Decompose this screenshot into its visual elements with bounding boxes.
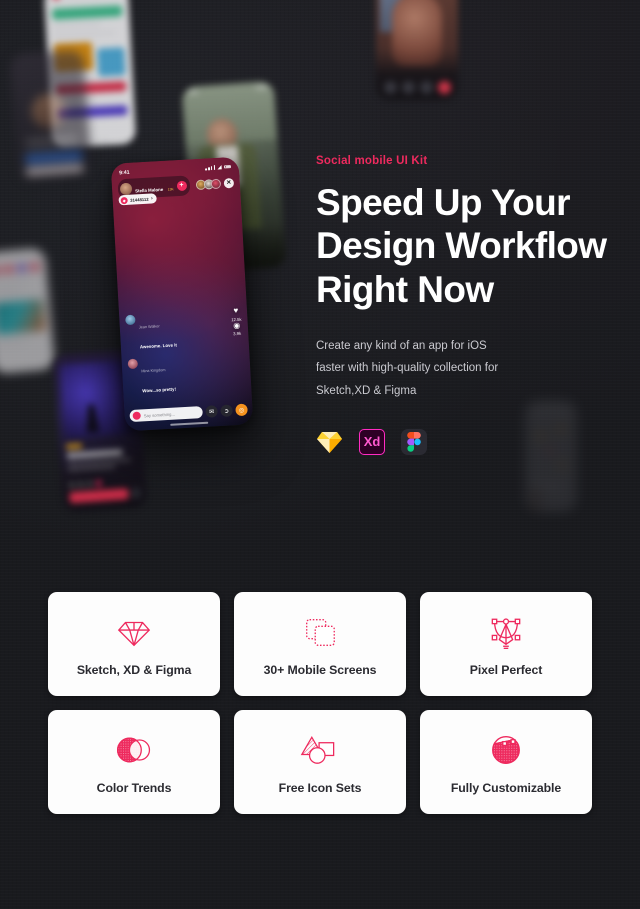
phone-mockup-video-call: [376, 0, 458, 100]
figma-logo[interactable]: [401, 428, 427, 455]
home-indicator: [170, 422, 209, 426]
share-button[interactable]: ➲: [220, 404, 233, 418]
shapes-icon: [300, 729, 340, 771]
views-count: 3.9k: [233, 330, 242, 337]
eye-icon: ◉: [232, 320, 241, 330]
comment-list: Jean Walker Awesome. Love it Mina Kingdo…: [125, 310, 216, 403]
hero-description: Create any kind of an app for iOS faster…: [316, 335, 616, 402]
landing-page: 9:41 ◢ Stella Malone 13K + ✕ ◆ 31448112 …: [0, 0, 640, 909]
avatar: [127, 358, 139, 370]
stat-likes[interactable]: ♥ 12.5k: [231, 305, 242, 322]
follow-button[interactable]: +: [176, 180, 187, 192]
headline-line-3: Right Now: [316, 268, 494, 310]
list-item: Jean Walker Awesome. Love it: [125, 310, 213, 355]
headline-line-2: Design Workflow: [316, 225, 607, 267]
tool-logos: Xd: [316, 428, 616, 455]
feature-card-fully-customizable[interactable]: Fully Customizable: [420, 710, 592, 814]
feature-card-grid: Sketch, XD & Figma 30+ Mobile Screens Pi…: [48, 592, 592, 814]
viewer-count-pill[interactable]: ◆ 31448112 ›: [118, 193, 157, 206]
customize-circle-icon: [487, 729, 525, 771]
screens-icon: [301, 611, 339, 653]
avatar: [125, 314, 136, 326]
avatar: [119, 182, 133, 196]
sketch-logo[interactable]: [316, 428, 343, 455]
comment-input[interactable]: Say something...: [129, 406, 203, 423]
eyebrow-label: Social mobile UI Kit: [316, 155, 428, 167]
comment-message: Awesome. Love it: [139, 342, 177, 350]
feature-label: Fully Customizable: [450, 781, 562, 795]
comment-composer: Say something... ✉ ➲ ◎: [129, 403, 248, 423]
feature-label: 30+ Mobile Screens: [263, 663, 377, 677]
close-icon[interactable]: ✕: [223, 177, 235, 189]
feature-card-sketch-xd-figma[interactable]: Sketch, XD & Figma: [48, 592, 220, 696]
feature-label: Sketch, XD & Figma: [76, 663, 192, 677]
feature-card-mobile-screens[interactable]: 30+ Mobile Screens: [234, 592, 406, 696]
diamond-icon: [115, 611, 153, 653]
avatar: [210, 178, 222, 190]
color-circles-icon: [114, 729, 154, 771]
live-stats: ♥ 12.5k ◉ 3.9k: [231, 305, 243, 337]
signal-icon: [205, 164, 216, 171]
gift-button[interactable]: ✉: [205, 405, 218, 418]
adobe-xd-logo[interactable]: Xd: [359, 428, 385, 455]
page-title: Speed Up Your Design Workflow Right Now: [316, 181, 616, 311]
phone-mockup-left-mid: [0, 247, 56, 375]
description-line-2: faster with high-quality collection for: [316, 362, 499, 375]
status-time: 9:41: [118, 169, 130, 176]
viewer-count: 31448112: [130, 196, 149, 203]
feature-label: Pixel Perfect: [469, 663, 543, 677]
feature-card-color-trends[interactable]: Color Trends: [48, 710, 220, 814]
phone-mockup-left-dark: [9, 49, 93, 183]
phone-mockup-main-live-stream[interactable]: 9:41 ◢ Stella Malone 13K + ✕ ◆ 31448112 …: [110, 156, 254, 432]
list-item: Mina Kingdom Wow...so pretty!: [127, 354, 216, 399]
comment-message: Wow...so pretty!: [142, 386, 177, 394]
hero-copy: Social mobile UI Kit Speed Up Your Desig…: [316, 155, 616, 455]
comment-author: Jean Walker: [138, 324, 160, 330]
stat-views[interactable]: ◉ 3.9k: [231, 320, 242, 337]
description-line-1: Create any kind of an app for iOS: [316, 339, 487, 352]
pen-tool-icon: [487, 611, 525, 653]
host-name: Stella Malone: [135, 186, 164, 194]
feature-label: Color Trends: [96, 781, 172, 795]
feature-label: Free Icon Sets: [278, 781, 362, 795]
chevron-right-icon: ›: [150, 195, 153, 202]
host-followers: 13K: [167, 187, 174, 192]
headline-line-1: Speed Up Your: [316, 182, 571, 223]
heart-icon: ♥: [233, 305, 239, 316]
comment-author: Mina Kingdom: [141, 368, 166, 374]
feature-card-free-icon-sets[interactable]: Free Icon Sets: [234, 710, 406, 814]
wifi-icon: ◢: [217, 164, 222, 171]
comment-input-placeholder: Say something...: [143, 411, 176, 418]
coins-button[interactable]: ◎: [235, 403, 248, 417]
description-line-3: Sketch,XD & Figma: [316, 384, 417, 397]
feature-card-pixel-perfect[interactable]: Pixel Perfect: [420, 592, 592, 696]
battery-icon: [223, 164, 232, 169]
diamond-icon: ◆: [120, 196, 128, 204]
viewer-avatars[interactable]: ✕: [195, 177, 235, 191]
emoji-icon: [132, 411, 141, 420]
